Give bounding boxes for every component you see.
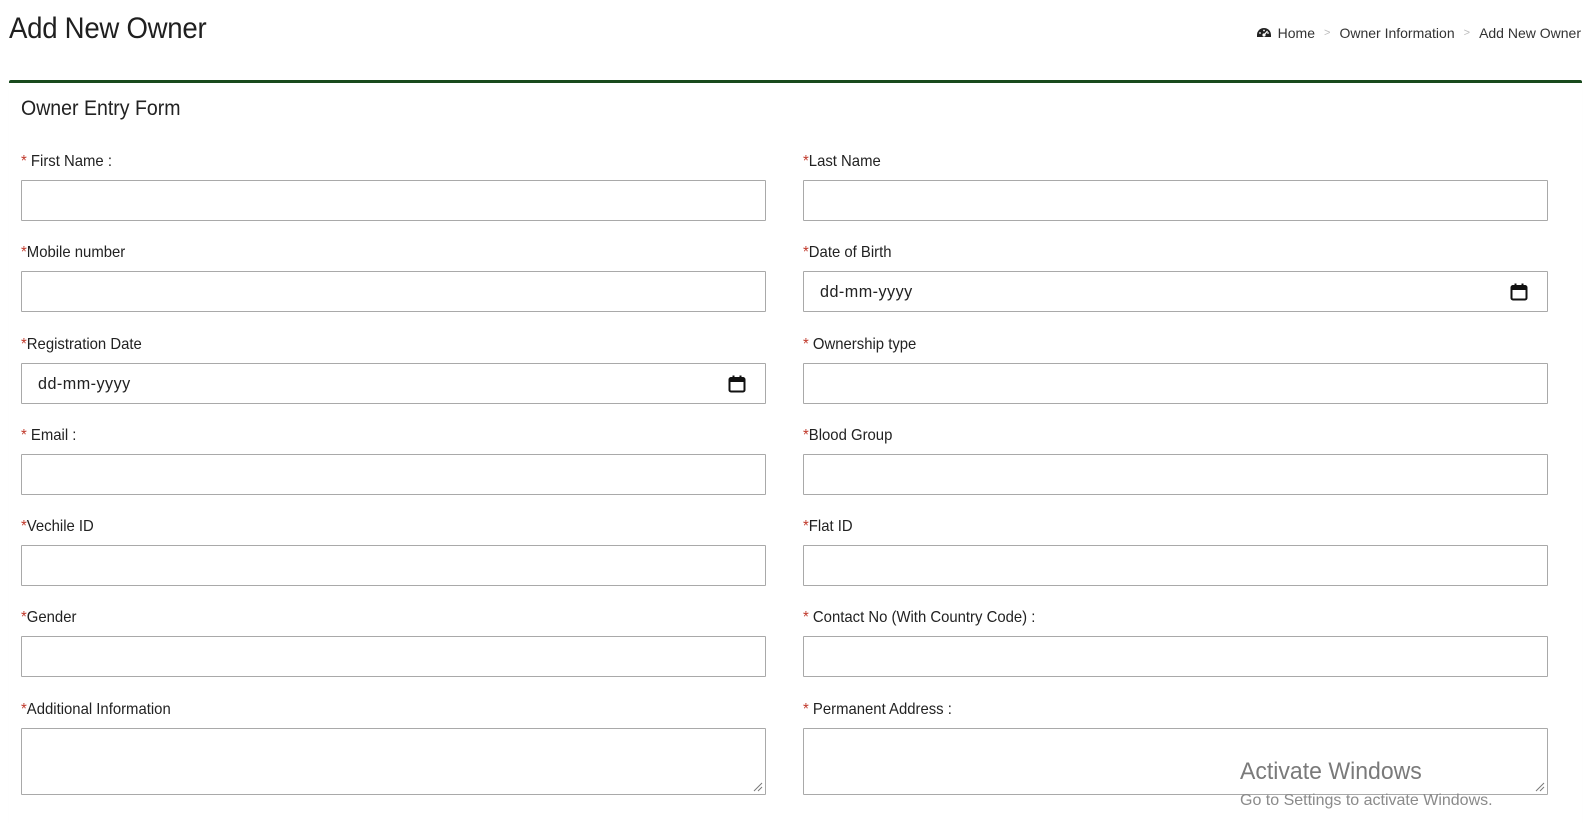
breadcrumb-separator: > [1463,27,1471,39]
breadcrumb-home[interactable]: Home [1278,25,1315,41]
owner-entry-form-box: Owner Entry Form * First Name : *Last Na… [9,80,1582,823]
first-name-label: * First Name : [21,153,112,170]
breadcrumb-current: Add New Owner [1479,25,1581,41]
breadcrumb: Home > Owner Information > Add New Owner [1256,25,1581,41]
last-name-input[interactable] [803,180,1548,221]
flat-id-label: *Flat ID [803,518,853,535]
blood-group-group: *Blood Group [803,425,1550,495]
additional-information-textarea[interactable] [21,728,766,795]
vehicle-id-input[interactable] [21,545,766,586]
permanent-address-group: * Permanent Address : [803,699,1550,795]
ownership-type-label: * Ownership type [803,336,917,353]
contact-no-label: * Contact No (With Country Code) : [803,609,1036,626]
date-of-birth-input[interactable]: dd-mm-yyyy [803,271,1548,312]
blood-group-input[interactable] [803,454,1548,495]
ownership-type-input[interactable] [803,363,1548,404]
registration-date-group: *Registration Date dd-mm-yyyy [21,334,768,404]
gender-input[interactable] [21,636,766,677]
resize-grip-icon[interactable] [753,782,763,792]
flat-id-input[interactable] [803,545,1548,586]
activate-windows-title: Activate Windows [1240,758,1422,785]
first-name-input[interactable] [21,180,766,221]
calendar-icon[interactable] [728,375,746,393]
email-group: * Email : [21,425,768,495]
mobile-number-input[interactable] [21,271,766,312]
breadcrumb-owner-information[interactable]: Owner Information [1339,25,1454,41]
registration-date-input[interactable]: dd-mm-yyyy [21,363,766,404]
permanent-address-label: * Permanent Address : [803,701,952,718]
flat-id-group: *Flat ID [803,516,1550,586]
last-name-group: *Last Name [803,151,1550,221]
activate-windows-subtitle: Go to Settings to activate Windows. [1240,792,1493,809]
additional-information-label: *Additional Information [21,701,171,718]
page-header: Add New Owner Home > Owner Information >… [0,0,1589,82]
vehicle-id-group: *Vechile ID [21,516,768,586]
page-title: Add New Owner [9,12,207,45]
resize-grip-icon[interactable] [1535,782,1545,792]
registration-date-label: *Registration Date [21,336,142,353]
first-name-group: * First Name : [21,151,768,221]
email-label: * Email : [21,427,77,444]
mobile-number-label: *Mobile number [21,244,126,261]
vehicle-id-label: *Vechile ID [21,518,94,535]
permanent-address-textarea[interactable] [803,728,1548,795]
additional-information-group: *Additional Information [21,699,768,795]
contact-no-input[interactable] [803,636,1548,677]
date-placeholder: dd-mm-yyyy [38,373,131,393]
date-placeholder: dd-mm-yyyy [820,281,913,301]
date-of-birth-group: *Date of Birth dd-mm-yyyy [803,242,1550,312]
email-input[interactable] [21,454,766,495]
blood-group-label: *Blood Group [803,427,893,444]
gender-group: *Gender [21,607,768,677]
calendar-icon[interactable] [1510,283,1528,301]
gender-label: *Gender [21,609,77,626]
date-of-birth-label: *Date of Birth [803,244,892,261]
form-title: Owner Entry Form [21,97,181,120]
ownership-type-group: * Ownership type [803,334,1550,404]
last-name-label: *Last Name [803,153,881,170]
mobile-number-group: *Mobile number [21,242,768,312]
breadcrumb-separator: > [1324,27,1331,39]
dashboard-icon [1256,28,1271,37]
contact-no-group: * Contact No (With Country Code) : [803,607,1550,677]
